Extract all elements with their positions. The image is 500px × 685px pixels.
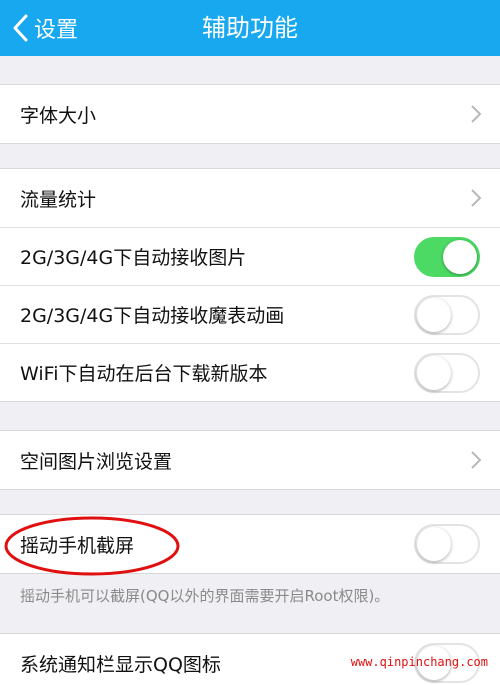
shake-screenshot-toggle[interactable]: [414, 524, 480, 564]
shake-screenshot-description: 摇动手机可以截屏(QQ以外的界面需要开启Root权限)。: [20, 587, 390, 605]
row-auto-receive-images: 2G/3G/4G下自动接收图片: [0, 227, 500, 285]
wifi-auto-download-toggle[interactable]: [414, 352, 480, 393]
nav-bar: 设置 辅助功能: [0, 0, 500, 56]
settings-group-font: 字体大小: [0, 84, 500, 144]
row-traffic-stats[interactable]: 流量统计: [0, 169, 500, 227]
toggle-knob: [443, 239, 477, 274]
row-label: 字体大小: [20, 104, 97, 127]
page-title: 辅助功能: [202, 14, 298, 42]
chevron-right-icon: [471, 451, 482, 469]
toggle-knob: [417, 297, 451, 332]
row-font-size[interactable]: 字体大小: [0, 85, 500, 143]
row-label: 流量统计: [20, 188, 97, 211]
toggle-knob: [417, 527, 451, 561]
row-label: 空间图片浏览设置: [20, 450, 173, 473]
auto-receive-animations-toggle[interactable]: [414, 294, 480, 335]
settings-group-space: 空间图片浏览设置: [0, 430, 500, 490]
row-wifi-auto-download: WiFi下自动在后台下载新版本: [0, 343, 500, 401]
row-space-image-browse[interactable]: 空间图片浏览设置: [0, 431, 500, 489]
watermark: www.qinpinchang.com: [350, 655, 488, 669]
chevron-right-icon: [471, 105, 482, 123]
auto-receive-images-toggle[interactable]: [414, 236, 480, 277]
chevron-right-icon: [471, 189, 482, 207]
row-shake-screenshot: 摇动手机截屏: [0, 515, 500, 573]
toggle-knob: [417, 355, 451, 390]
row-auto-receive-animations: 2G/3G/4G下自动接收魔表动画: [0, 285, 500, 343]
settings-group-data: 流量统计 2G/3G/4G下自动接收图片 2G/3G/4G下自动接收魔表动画 W…: [0, 168, 500, 402]
settings-group-shake: 摇动手机截屏: [0, 514, 500, 574]
